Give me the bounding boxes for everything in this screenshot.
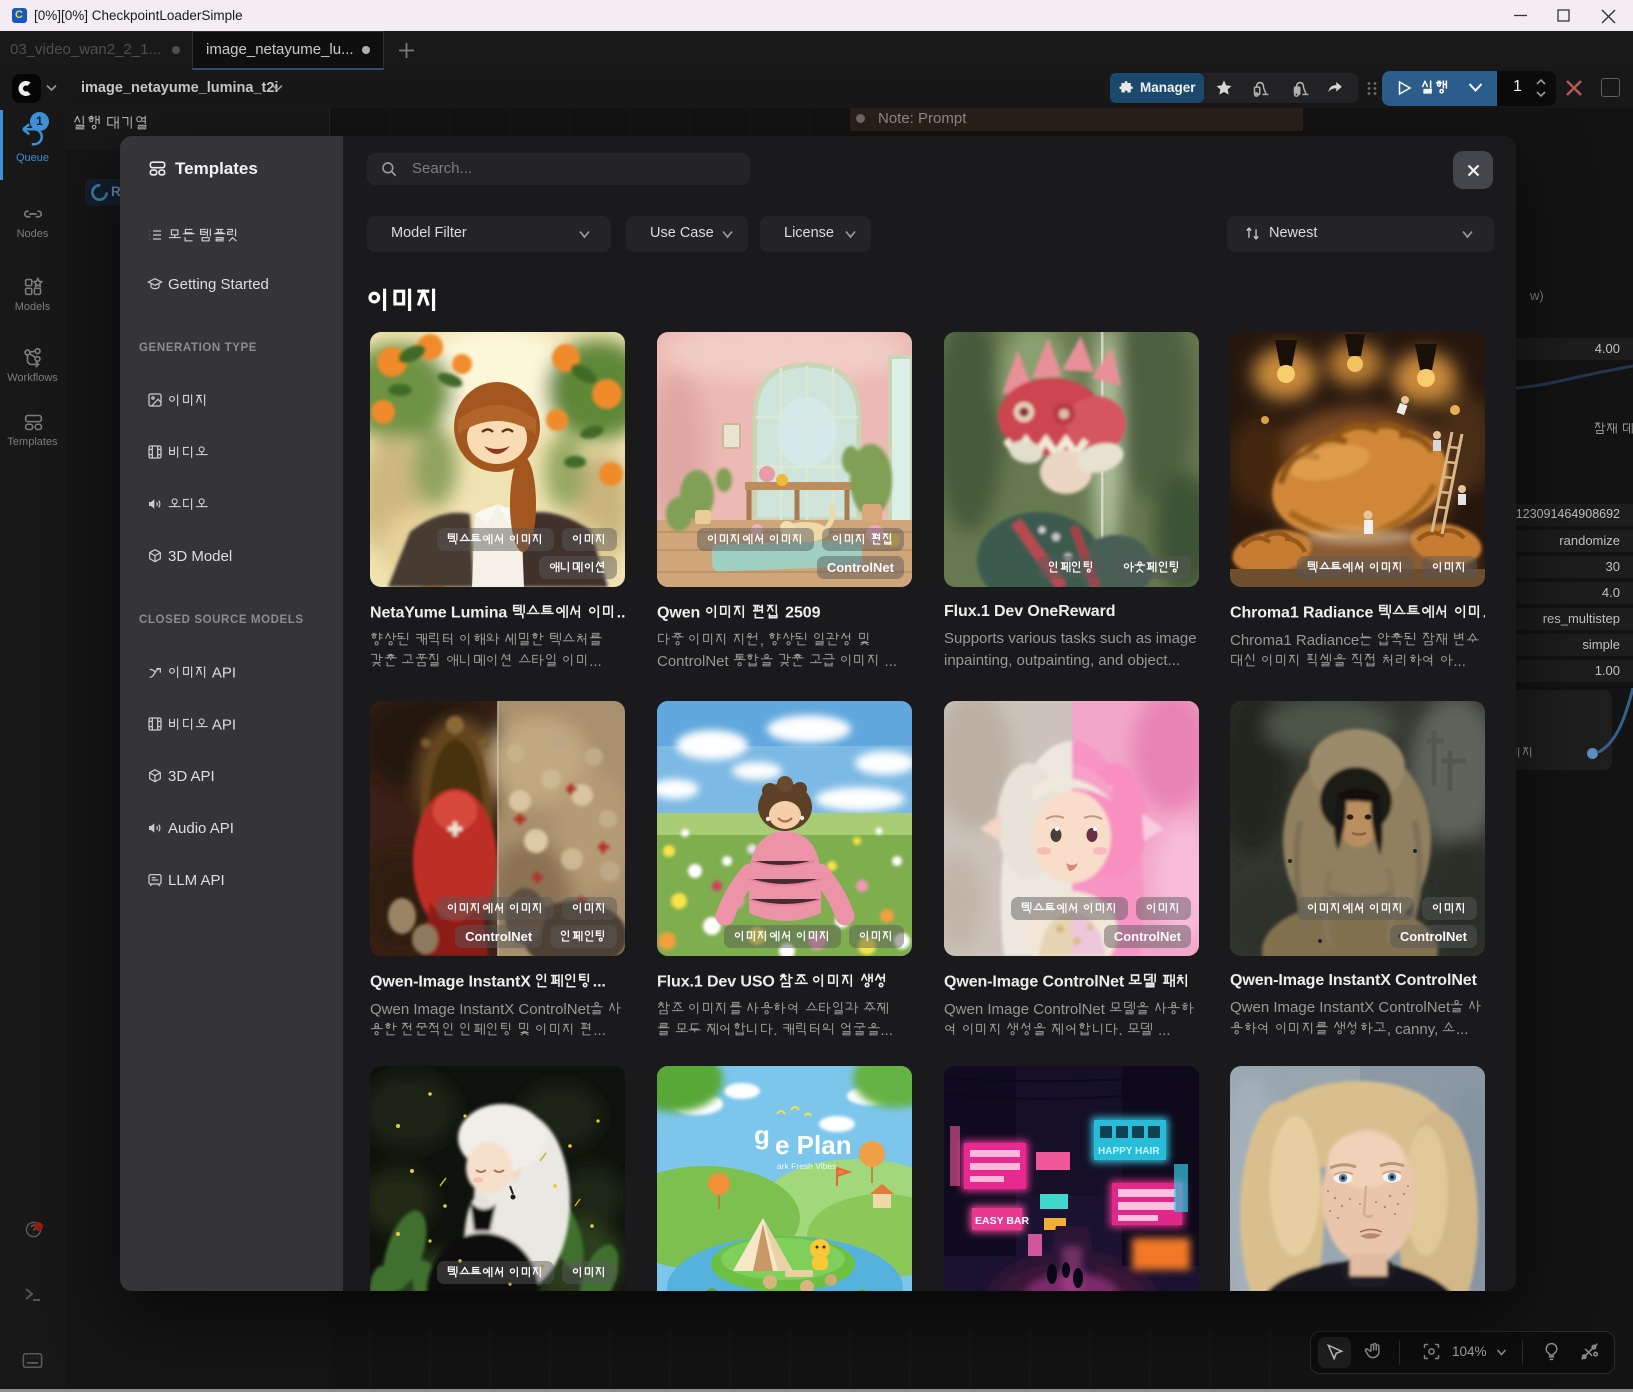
svg-text:g: g xyxy=(754,1120,770,1150)
svg-text:e Plan: e Plan xyxy=(775,1130,852,1160)
svg-text:ark Fresh Vibes.: ark Fresh Vibes. xyxy=(777,1161,839,1171)
svg-text:HAPPY HAIR: HAPPY HAIR xyxy=(1098,1146,1160,1157)
svg-text:EASY BAR: EASY BAR xyxy=(975,1215,1029,1227)
